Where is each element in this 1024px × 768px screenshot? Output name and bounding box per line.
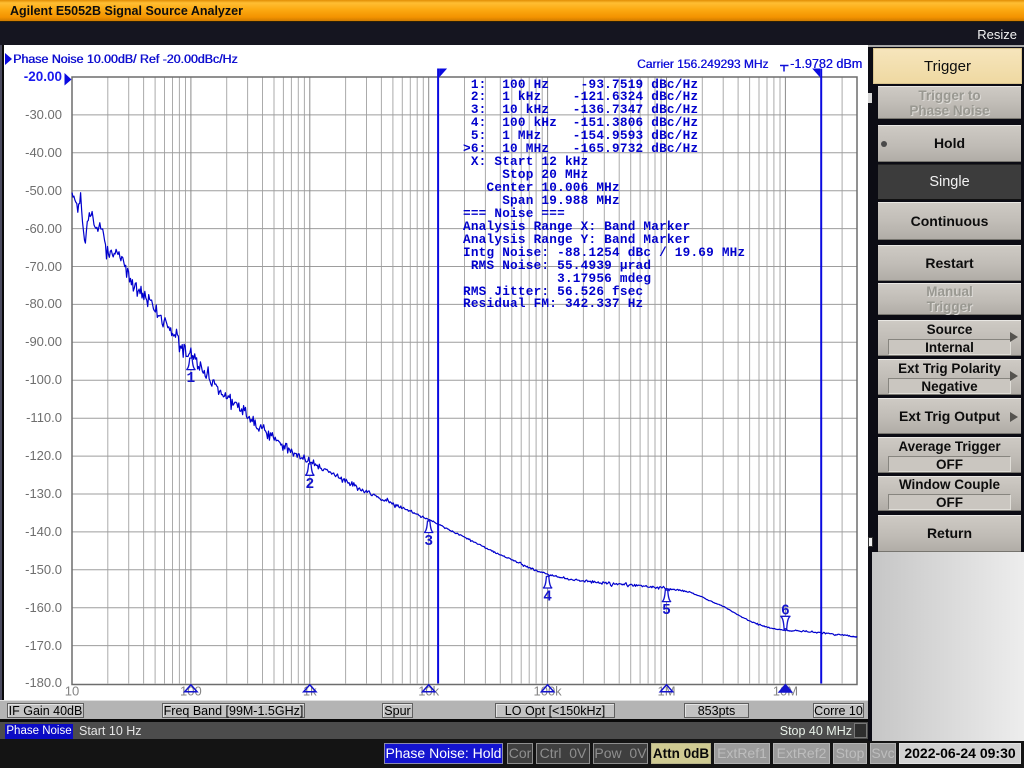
svg-text:3: 3 — [424, 534, 433, 550]
svg-text:1: 1 — [187, 371, 196, 387]
svg-text:10: 10 — [65, 684, 79, 699]
svg-text:5: 5 — [662, 603, 671, 619]
svg-text:4: 4 — [543, 590, 552, 606]
svg-text:6: 6 — [781, 603, 790, 619]
svg-text:2: 2 — [305, 477, 314, 493]
